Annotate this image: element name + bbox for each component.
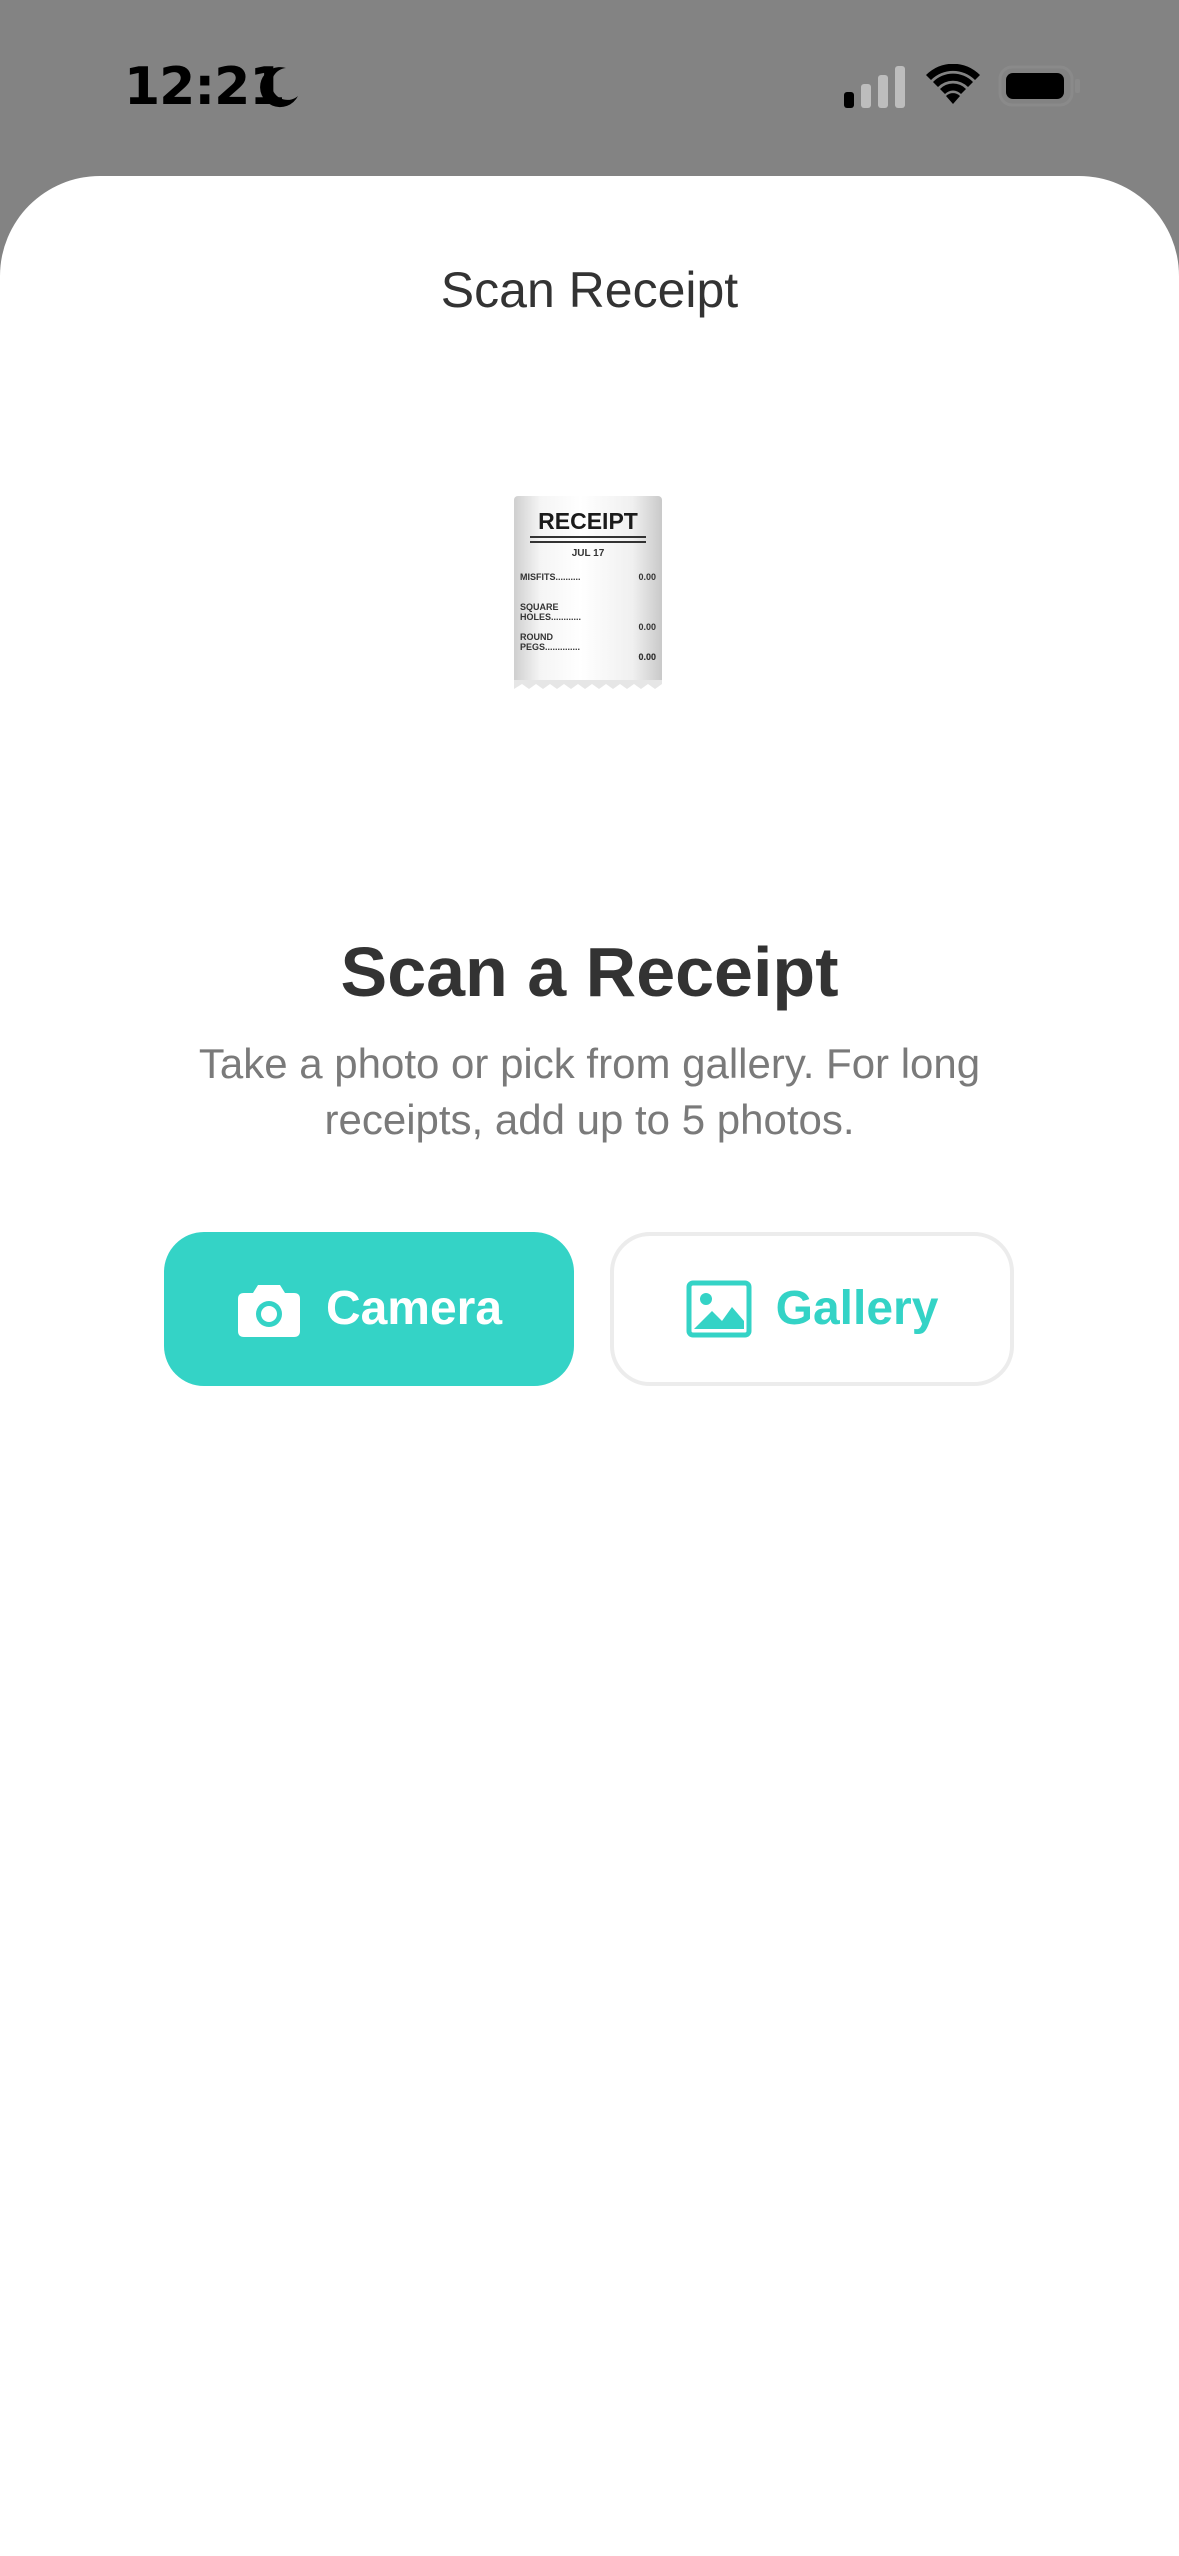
receipt-line-label: MISFITS.......... (520, 572, 581, 582)
receipt-date: JUL 17 (571, 548, 605, 559)
camera-button-label: Camera (325, 1282, 503, 1335)
gallery-button[interactable]: Gallery (610, 1232, 1014, 1386)
scan-heading: Scan a Receipt (340, 933, 839, 1011)
receipt-icon: RECEIPT JUL 17 MISFITS.......... 0.00 SQ… (514, 496, 662, 690)
receipt-heading: RECEIPT (538, 508, 638, 534)
camera-icon (237, 1285, 300, 1337)
receipt-line-label: ROUND PEGS.............. (520, 632, 581, 652)
moon-icon (260, 67, 298, 108)
receipt-divider (530, 541, 646, 543)
cellular-signal-icon (844, 66, 905, 108)
scan-description: Take a photo or pick from gallery. For l… (198, 1040, 981, 1143)
wifi-icon (926, 64, 980, 104)
camera-button[interactable]: Camera (164, 1232, 574, 1386)
receipt-line: MISFITS.......... 0.00 (520, 572, 656, 582)
receipt-torn-edge (514, 680, 662, 689)
receipt-divider (530, 536, 646, 538)
receipt-line: ROUND PEGS.............. 0.00 (520, 622, 656, 662)
receipt-line-amount: 0.00 (638, 652, 656, 662)
status-bar: 12:21 (0, 0, 1179, 170)
receipt-paper: RECEIPT JUL 17 MISFITS.......... 0.00 SQ… (514, 496, 662, 684)
image-icon (686, 1280, 752, 1338)
receipt-line-amount: 0.00 (638, 572, 656, 582)
battery-icon (998, 65, 1080, 107)
receipt-line-label: SQUARE HOLES............ (520, 602, 582, 622)
gallery-button-label: Gallery (775, 1282, 939, 1335)
sheet-title: Scan Receipt (440, 262, 739, 318)
